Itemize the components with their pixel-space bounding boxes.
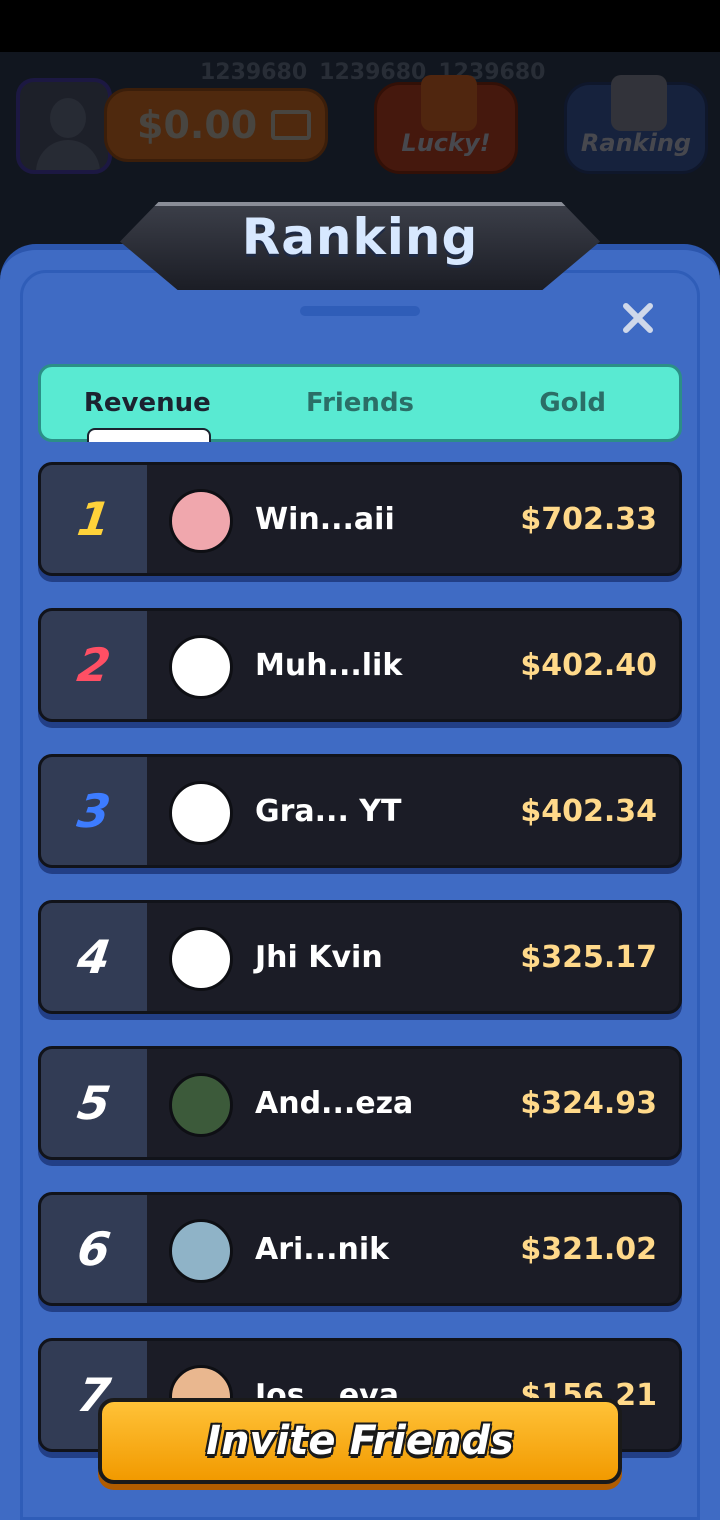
rank-cell: 3: [41, 757, 147, 865]
modal-title: Ranking: [241, 208, 479, 266]
rank-number: 5: [74, 1076, 114, 1130]
ranking-row[interactable]: 6 Ari...nik $321.02: [38, 1192, 682, 1306]
close-button[interactable]: [614, 294, 662, 342]
avatar: [169, 927, 233, 991]
player-name: Gra... YT: [255, 793, 402, 829]
close-icon: [623, 303, 653, 333]
player-name: And...eza: [255, 1085, 414, 1121]
tab-revenue[interactable]: Revenue: [41, 367, 254, 442]
ranking-tabs: Revenue Friends Gold: [38, 364, 682, 442]
tab-label: Friends: [305, 388, 415, 418]
revenue-amount: $325.17: [520, 939, 657, 975]
rank-cell: 5: [41, 1049, 147, 1157]
rank-number: 4: [74, 930, 114, 984]
rank-number: 2: [74, 638, 114, 692]
invite-friends-label: Invite Friends: [206, 1418, 514, 1464]
rank-number: 6: [74, 1222, 114, 1276]
player-name: Ari...nik: [255, 1231, 390, 1267]
ranking-row[interactable]: 2 Muh...lik $402.40: [38, 608, 682, 722]
ranking-row[interactable]: 4 Jhi Kvin $325.17: [38, 900, 682, 1014]
revenue-amount: $321.02: [520, 1231, 657, 1267]
player-name: Jhi Kvin: [255, 939, 383, 975]
ranking-list: 1 Win...aii $702.33 2 Muh...lik $402.40 …: [38, 462, 682, 1484]
tab-friends[interactable]: Friends: [254, 367, 467, 439]
player-name: Muh...lik: [255, 647, 403, 683]
revenue-amount: $402.40: [520, 647, 657, 683]
rank-cell: 2: [41, 611, 147, 719]
modal-ridge: [300, 306, 420, 316]
tab-label: Revenue: [83, 388, 211, 418]
ranking-row[interactable]: 5 And...eza $324.93: [38, 1046, 682, 1160]
tab-label: Gold: [539, 388, 607, 418]
active-tab-indicator: [87, 428, 211, 442]
ranking-row[interactable]: 1 Win...aii $702.33: [38, 462, 682, 576]
revenue-amount: $702.33: [520, 501, 657, 537]
rank-number: 1: [74, 492, 114, 546]
rank-cell: 4: [41, 903, 147, 1011]
avatar: [169, 1073, 233, 1137]
avatar: [169, 781, 233, 845]
rank-number: 3: [74, 784, 114, 838]
avatar: [169, 635, 233, 699]
avatar: [169, 1219, 233, 1283]
status-bar: [0, 0, 720, 52]
tab-gold[interactable]: Gold: [466, 367, 679, 439]
avatar: [169, 489, 233, 553]
invite-friends-button[interactable]: Invite Friends: [98, 1398, 622, 1484]
ranking-row[interactable]: 3 Gra... YT $402.34: [38, 754, 682, 868]
player-name: Win...aii: [255, 501, 395, 537]
rank-cell: 1: [41, 465, 147, 573]
rank-cell: 6: [41, 1195, 147, 1303]
revenue-amount: $402.34: [520, 793, 657, 829]
revenue-amount: $324.93: [520, 1085, 657, 1121]
